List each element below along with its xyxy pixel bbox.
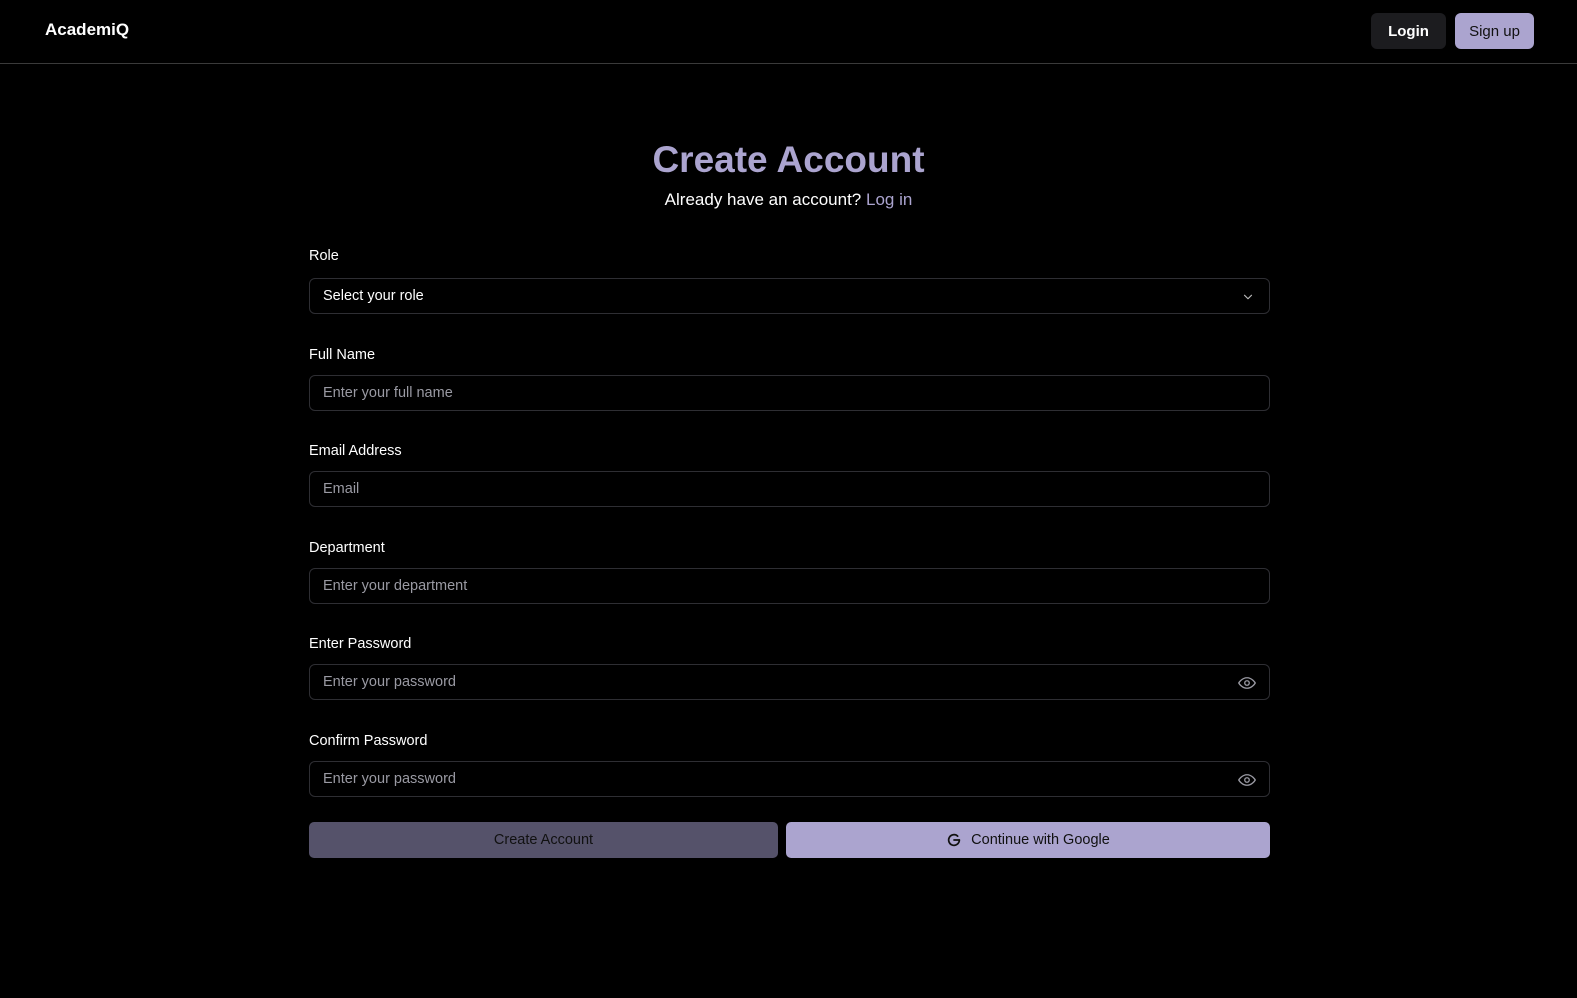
email-label: Email Address — [309, 443, 402, 459]
eye-icon[interactable] — [1237, 771, 1257, 789]
top-navbar: AcademiQ Login Sign up — [0, 0, 1577, 64]
google-button-label: Continue with Google — [971, 832, 1110, 848]
password-input[interactable] — [310, 665, 1269, 699]
password-label: Enter Password — [309, 636, 412, 652]
department-input[interactable] — [310, 569, 1269, 603]
role-label: Role — [309, 248, 339, 264]
full-name-field — [309, 375, 1270, 411]
signup-button[interactable]: Sign up — [1455, 13, 1534, 49]
department-field — [309, 568, 1270, 604]
confirm-password-label: Confirm Password — [309, 733, 428, 749]
eye-icon[interactable] — [1237, 674, 1257, 692]
email-field — [309, 471, 1270, 507]
confirm-password-field — [309, 761, 1270, 797]
login-button[interactable]: Login — [1371, 13, 1446, 49]
login-link[interactable]: Log in — [866, 190, 912, 209]
login-prompt: Already have an account? Log in — [0, 190, 1577, 210]
full-name-label: Full Name — [309, 347, 376, 363]
role-select[interactable]: Select your role — [309, 278, 1270, 314]
create-account-button[interactable]: Create Account — [309, 822, 778, 858]
login-prompt-text: Already have an account? — [664, 190, 862, 209]
email-input[interactable] — [310, 472, 1269, 506]
google-icon — [947, 833, 961, 847]
confirm-password-input[interactable] — [310, 762, 1269, 796]
continue-with-google-button[interactable]: Continue with Google — [786, 822, 1270, 858]
page-title: Create Account — [652, 139, 925, 180]
brand-logo[interactable]: AcademiQ — [45, 20, 129, 40]
password-field — [309, 664, 1270, 700]
department-label: Department — [309, 540, 385, 556]
full-name-input[interactable] — [310, 376, 1269, 410]
role-select-value: Select your role — [323, 288, 424, 304]
chevron-down-icon — [1243, 294, 1253, 300]
